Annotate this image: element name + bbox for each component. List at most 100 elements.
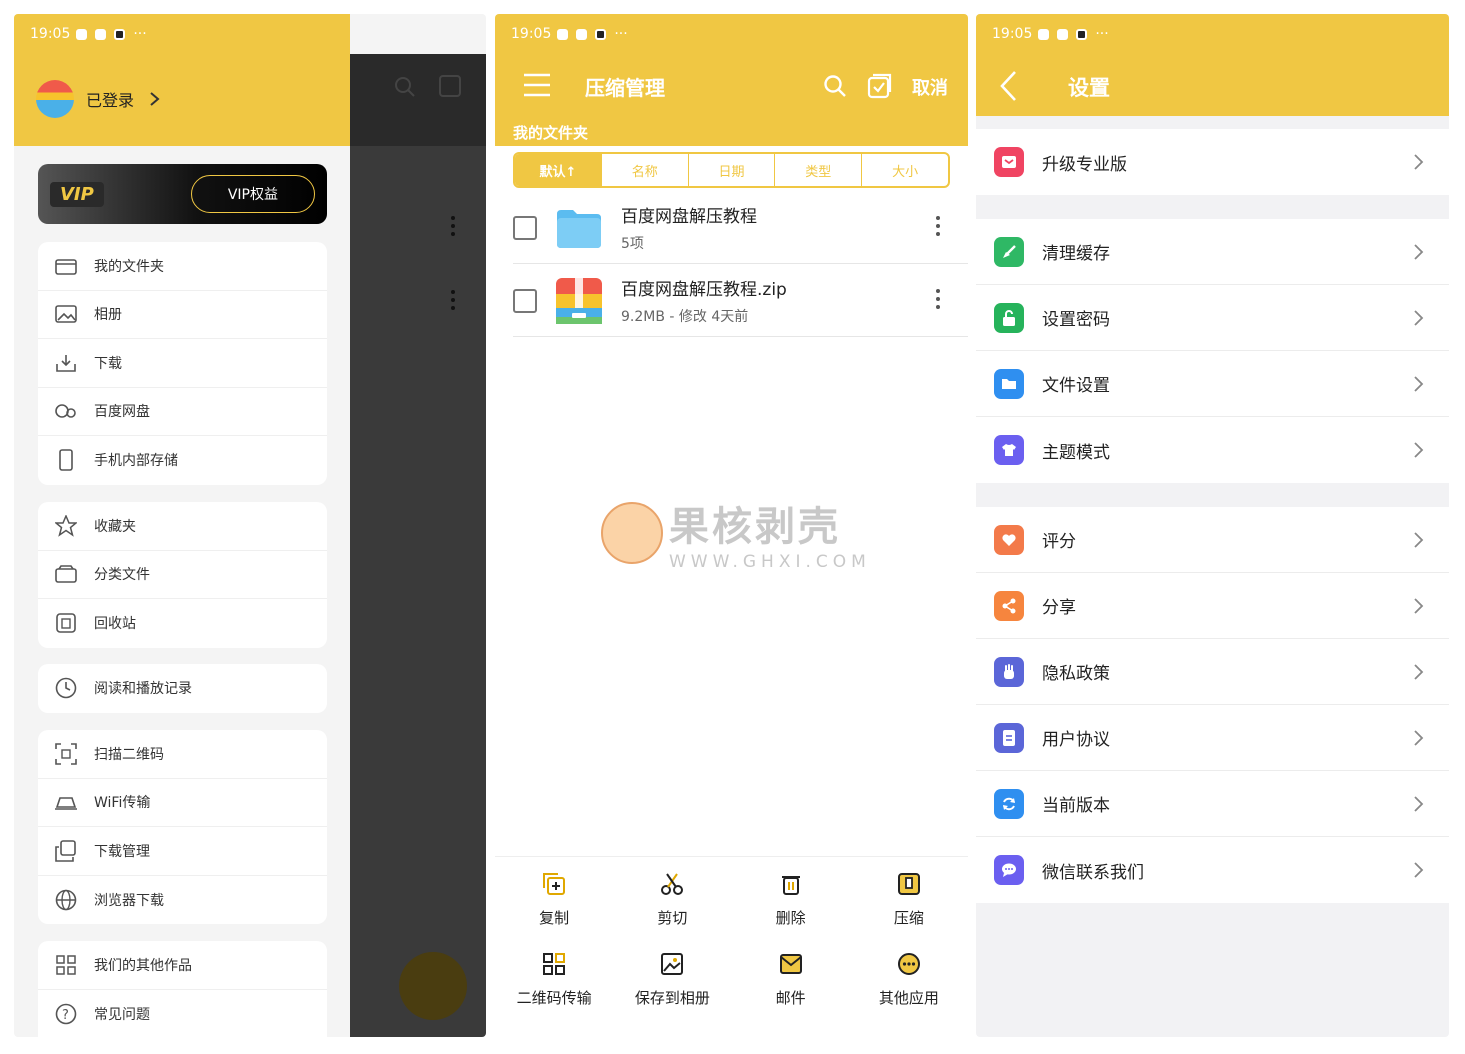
drawer-item-favorites[interactable]: 收藏夹 <box>38 502 327 551</box>
user-login-row[interactable]: 已登录 <box>36 80 162 118</box>
delete-button[interactable]: 删除 <box>732 871 850 951</box>
setting-share[interactable]: 分享 <box>976 573 1449 639</box>
vip-benefits-button[interactable]: VIP权益 <box>190 175 315 213</box>
image-icon <box>54 302 78 326</box>
setting-version[interactable]: 当前版本 <box>976 771 1449 837</box>
sort-tabs: 默认↑ 名称 日期 类型 大小 <box>513 152 950 188</box>
drawer-item-categories[interactable]: 分类文件 <box>38 551 327 599</box>
drawer-item-album[interactable]: 相册 <box>38 291 327 339</box>
setting-upgrade-pro[interactable]: 升级专业版 <box>976 129 1449 195</box>
globe-icon <box>54 888 78 912</box>
chevron-right-icon <box>1414 244 1424 260</box>
chevron-right-icon <box>1414 154 1424 170</box>
add-fab[interactable] <box>399 952 467 1020</box>
drawer-item-scan-qr[interactable]: 扫描二维码 <box>38 730 327 779</box>
chat-bubble-icon <box>994 855 1024 885</box>
setting-user-agreement[interactable]: 用户协议 <box>976 705 1449 771</box>
search-icon[interactable] <box>823 74 847 98</box>
watermark-text: 果核剥壳 <box>669 504 841 550</box>
document-icon <box>994 722 1024 753</box>
heart-icon <box>994 524 1024 555</box>
setting-clear-cache[interactable]: 清理缓存 <box>976 219 1449 285</box>
drawer-item-browser-download[interactable]: 浏览器下载 <box>38 876 327 925</box>
setting-privacy[interactable]: 隐私政策 <box>976 639 1449 705</box>
mail-icon <box>778 951 804 977</box>
overlay-toolbar <box>350 54 486 146</box>
drawer-scrim[interactable] <box>350 146 486 1037</box>
compress-button[interactable]: 压缩 <box>850 871 968 951</box>
drawer-item-baidu-pan[interactable]: 百度网盘 <box>38 388 327 436</box>
chevron-right-icon <box>1414 310 1424 326</box>
drawer-item-download[interactable]: 下载 <box>38 339 327 388</box>
save-to-album-button[interactable]: 保存到相册 <box>613 951 731 1031</box>
cloud-icon <box>54 399 78 423</box>
watermark-logo <box>601 502 663 564</box>
action-bar: 复制 剪切 删除 压缩 二维码传输 保存到相册 邮件 其他应用 <box>495 856 968 1037</box>
apps-grid-icon <box>54 953 78 977</box>
edit-icon <box>439 75 461 97</box>
chevron-right-icon <box>1414 598 1424 614</box>
more-icon[interactable] <box>936 289 940 313</box>
trash-icon <box>54 611 78 635</box>
drawer-item-faq[interactable]: ? 常见问题 <box>38 990 327 1038</box>
search-icon <box>395 77 415 97</box>
file-meta: 5项 <box>621 236 644 252</box>
sort-tab-size[interactable]: 大小 <box>862 154 948 186</box>
broom-icon <box>994 236 1024 267</box>
drawer-item-download-manager[interactable]: 下载管理 <box>38 827 327 876</box>
compress-screen: 19:05 ··· 压缩管理 取消 我的文件夹 默认↑ 名称 日期 类型 大小 … <box>495 14 968 1037</box>
qr-code-icon <box>541 951 567 977</box>
sort-tab-name[interactable]: 名称 <box>602 154 689 186</box>
notification-icon <box>1057 28 1069 40</box>
image-icon <box>659 951 685 977</box>
setting-password[interactable]: 设置密码 <box>976 285 1449 351</box>
zip-file-icon <box>556 277 602 324</box>
file-row[interactable]: 百度网盘解压教程.zip 9.2MB - 修改 4天前 <box>513 265 968 337</box>
drawer-item-internal-storage[interactable]: 手机内部存储 <box>38 436 327 485</box>
drawer-item-other-works[interactable]: 我们的其他作品 <box>38 941 327 990</box>
folder-icon <box>54 254 78 278</box>
other-apps-button[interactable]: 其他应用 <box>850 951 968 1031</box>
setting-file[interactable]: 文件设置 <box>976 351 1449 417</box>
setting-rate[interactable]: 评分 <box>976 507 1449 573</box>
file-checkbox[interactable] <box>513 215 537 240</box>
copy-button[interactable]: 复制 <box>495 871 613 951</box>
drawer-item-wifi-transfer[interactable]: WiFi传输 <box>38 779 327 827</box>
watermark: 果核剥壳 WWW.GHXI.COM <box>601 494 871 572</box>
vip-banner[interactable]: VIP VIP权益 <box>38 164 327 224</box>
notification-icon <box>95 28 107 40</box>
menu-icon[interactable] <box>523 72 551 98</box>
drawer-item-my-folder[interactable]: 我的文件夹 <box>38 242 327 291</box>
refresh-icon <box>994 788 1024 819</box>
drawer-item-history[interactable]: 阅读和播放记录 <box>38 664 327 713</box>
setting-wechat-contact[interactable]: 微信联系我们 <box>976 837 1449 903</box>
login-status: 已登录 <box>86 91 135 110</box>
tshirt-icon <box>994 435 1024 465</box>
status-bar: 19:05 ··· <box>511 26 628 42</box>
download-tray-icon <box>54 351 78 375</box>
upgrade-icon <box>994 147 1024 177</box>
clock-icon <box>54 676 78 700</box>
qr-transfer-button[interactable]: 二维码传输 <box>495 951 613 1031</box>
file-checkbox[interactable] <box>513 288 537 313</box>
back-arrow-icon[interactable] <box>998 70 1018 102</box>
wifi-transfer-icon <box>54 790 78 814</box>
setting-theme[interactable]: 主题模式 <box>976 417 1449 483</box>
folder-icon <box>994 368 1024 399</box>
drawer-item-recycle-bin[interactable]: 回收站 <box>38 599 327 648</box>
sort-tab-date[interactable]: 日期 <box>689 154 776 186</box>
page-title: 设置 <box>1068 76 1110 100</box>
more-icon <box>451 216 455 240</box>
sort-tab-default[interactable]: 默认↑ <box>515 154 602 186</box>
select-all-icon[interactable] <box>867 73 893 99</box>
sort-tab-type[interactable]: 类型 <box>775 154 863 186</box>
email-button[interactable]: 邮件 <box>732 951 850 1031</box>
more-icon[interactable] <box>936 216 940 240</box>
file-row[interactable]: 百度网盘解压教程 5项 <box>513 192 968 264</box>
cancel-button[interactable]: 取消 <box>912 74 948 100</box>
trash-icon <box>778 871 804 897</box>
cut-button[interactable]: 剪切 <box>613 871 731 951</box>
copy-icon <box>541 871 567 897</box>
folder-breadcrumb[interactable]: 我的文件夹 <box>513 122 588 143</box>
download-manager-icon <box>54 839 78 863</box>
